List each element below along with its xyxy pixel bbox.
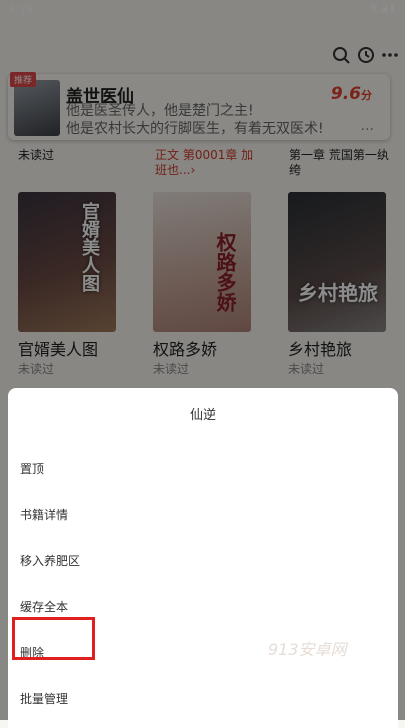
menu-item-book-details[interactable]: 书籍详情 [8,494,398,534]
menu-item-pin[interactable]: 置顶 [8,448,398,488]
menu-item-move-to-fatten[interactable]: 移入养肥区 [8,540,398,580]
sheet-title: 仙逆 [189,408,216,423]
watermark: 913安卓网 [268,640,347,659]
menu-item-batch-manage[interactable]: 批量管理 [8,678,398,718]
highlight-box [12,617,95,660]
book-action-sheet: 仙逆 置顶 书籍详情 移入养肥区 缓存全本 删除 批量管理 [8,388,398,728]
